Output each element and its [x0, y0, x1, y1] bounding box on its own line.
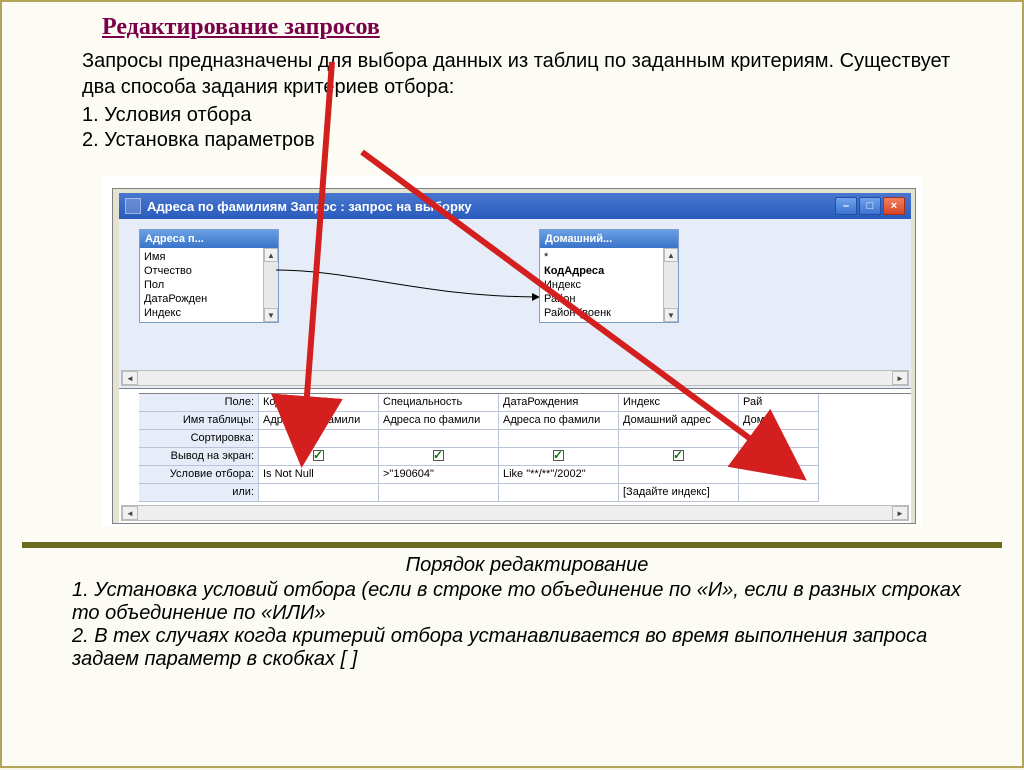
criteria-item-2: 2. Установка параметров: [82, 129, 315, 152]
procedure-header: Порядок редактирование: [72, 554, 982, 577]
grid-checkbox[interactable]: [619, 448, 739, 466]
procedure-item-1: 1. Установка условий отбора (если в стро…: [72, 579, 982, 625]
grid-cell[interactable]: Дом: [739, 412, 819, 430]
screenshot-container: Адреса по фамилиям Запрос : запрос на вы…: [102, 176, 922, 526]
minimize-button[interactable]: –: [835, 197, 857, 215]
grid-cell[interactable]: >"190604": [379, 466, 499, 484]
grid-cell[interactable]: Рай: [739, 394, 819, 412]
grid-checkbox[interactable]: [259, 448, 379, 466]
qbe-grid[interactable]: Поле: КодАдреса Специальность ДатаРожден…: [139, 393, 911, 502]
join-line: [274, 267, 542, 307]
scroll-down-icon[interactable]: ▼: [664, 308, 678, 322]
grid-label-field: Поле:: [139, 394, 259, 412]
grid-label-criteria: Условие отбора:: [139, 466, 259, 484]
grid-cell[interactable]: Адреса по фамили: [379, 412, 499, 430]
table-box-2-header: Домашний...: [540, 230, 678, 248]
grid-cell[interactable]: Is Not Null: [259, 466, 379, 484]
grid-cell[interactable]: [499, 484, 619, 502]
table-box-1[interactable]: Адреса п... Имя Отчество Пол ДатаРожден …: [139, 229, 279, 323]
field-item[interactable]: Имя: [144, 250, 276, 264]
grid-cell[interactable]: [Задайте индекс]: [619, 484, 739, 502]
grid-cell[interactable]: Домашний адрес: [619, 412, 739, 430]
criteria-list: 1. Условия отбора 2. Установка параметро…: [82, 104, 315, 154]
grid-cell[interactable]: [739, 466, 819, 484]
procedure-item-2: 2. В тех случаях когда критерий отбора у…: [72, 625, 982, 671]
scroll-up-icon[interactable]: ▲: [664, 248, 678, 262]
grid-cell[interactable]: Индекс: [619, 394, 739, 412]
access-window: Адреса по фамилиям Запрос : запрос на вы…: [112, 188, 916, 524]
scroll-right-icon[interactable]: ►: [892, 506, 908, 520]
grid-cell[interactable]: [379, 430, 499, 448]
horizontal-scrollbar[interactable]: ◄ ►: [121, 505, 909, 521]
field-item[interactable]: Район (военк: [544, 306, 676, 320]
grid-cell[interactable]: Like "**/**"/2002": [499, 466, 619, 484]
horizontal-scrollbar[interactable]: ◄ ►: [121, 370, 909, 386]
scroll-down-icon[interactable]: ▼: [264, 308, 278, 322]
field-item[interactable]: Отчество: [144, 264, 276, 278]
scroll-up-icon[interactable]: ▲: [264, 248, 278, 262]
grid-cell[interactable]: [619, 466, 739, 484]
query-design-upper: Адреса п... Имя Отчество Пол ДатаРожден …: [119, 219, 911, 389]
criteria-item-1: 1. Условия отбора: [82, 104, 315, 127]
field-item[interactable]: ДатаРожден: [144, 292, 276, 306]
slide-title: Редактирование запросов: [102, 14, 380, 41]
grid-cell[interactable]: [259, 484, 379, 502]
grid-cell[interactable]: Специальность: [379, 394, 499, 412]
field-item[interactable]: Индекс: [544, 278, 676, 292]
grid-label-table: Имя таблицы:: [139, 412, 259, 430]
close-button[interactable]: ×: [883, 197, 905, 215]
grid-cell[interactable]: [499, 430, 619, 448]
grid-checkbox[interactable]: [739, 448, 819, 466]
grid-cell[interactable]: [739, 484, 819, 502]
field-item[interactable]: Район: [544, 292, 676, 306]
grid-cell[interactable]: [619, 430, 739, 448]
grid-cell[interactable]: [259, 430, 379, 448]
slide: Редактирование запросов Запросы предназн…: [0, 0, 1024, 768]
scroll-left-icon[interactable]: ◄: [122, 506, 138, 520]
grid-label-show: Вывод на экран:: [139, 448, 259, 466]
procedure-text: Порядок редактирование 1. Установка усло…: [72, 554, 982, 671]
grid-cell[interactable]: Адреса по фамили: [259, 412, 379, 430]
field-item-key[interactable]: КодАдреса: [544, 264, 676, 278]
grid-label-sort: Сортировка:: [139, 430, 259, 448]
grid-label-or: или:: [139, 484, 259, 502]
window-icon: [125, 198, 141, 214]
grid-checkbox[interactable]: [499, 448, 619, 466]
grid-cell[interactable]: ДатаРождения: [499, 394, 619, 412]
field-item[interactable]: *: [544, 250, 676, 264]
grid-cell[interactable]: [739, 430, 819, 448]
vertical-scrollbar[interactable]: ▲ ▼: [663, 248, 678, 322]
field-item[interactable]: Индекс: [144, 306, 276, 320]
grid-cell[interactable]: [379, 484, 499, 502]
maximize-button[interactable]: □: [859, 197, 881, 215]
window-titlebar[interactable]: Адреса по фамилиям Запрос : запрос на вы…: [119, 193, 911, 219]
scroll-right-icon[interactable]: ►: [892, 371, 908, 385]
grid-cell[interactable]: КодАдреса: [259, 394, 379, 412]
field-item[interactable]: Пол: [144, 278, 276, 292]
window-title: Адреса по фамилиям Запрос : запрос на вы…: [147, 199, 472, 214]
table-box-1-header: Адреса п...: [140, 230, 278, 248]
intro-text: Запросы предназначены для выбора данных …: [82, 48, 962, 100]
grid-checkbox[interactable]: [379, 448, 499, 466]
scroll-left-icon[interactable]: ◄: [122, 371, 138, 385]
accent-bar: [22, 542, 1002, 548]
table-box-2[interactable]: Домашний... * КодАдреса Индекс Район Рай…: [539, 229, 679, 323]
query-design-grid: Поле: КодАдреса Специальность ДатаРожден…: [119, 393, 911, 523]
grid-cell[interactable]: Адреса по фамили: [499, 412, 619, 430]
